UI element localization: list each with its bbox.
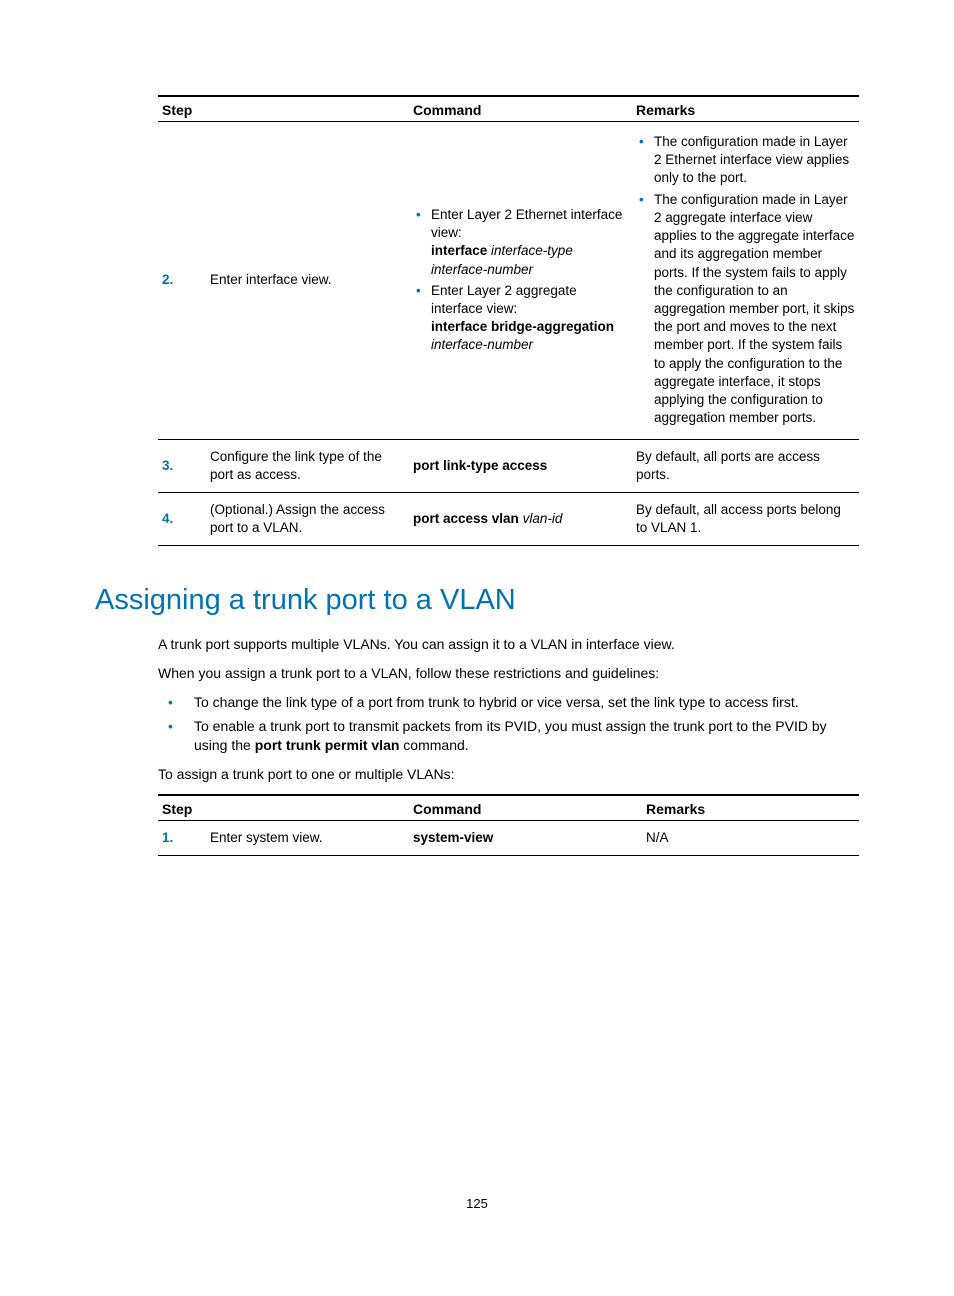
table-row: 4. (Optional.) Assign the access port to… [158,492,859,545]
table-header-row: Step Command Remarks [158,795,859,821]
step-remarks: N/A [642,820,859,855]
col-header-step: Step [158,795,409,821]
col-header-remarks: Remarks [642,795,859,821]
list-item: To enable a trunk port to transmit packe… [194,717,859,755]
step-remarks: By default, all ports are access ports. [632,439,859,492]
step-desc: (Optional.) Assign the access port to a … [206,492,409,545]
step-number: 2. [158,122,206,440]
page-number: 125 [95,1196,859,1211]
step-command: system-view [409,820,642,855]
document-page: Step Command Remarks 2. Enter interface … [0,0,954,1251]
steps-table-2: Step Command Remarks 1. Enter system vie… [158,794,859,856]
list-item: To change the link type of a port from t… [194,693,859,712]
col-header-remarks: Remarks [632,96,859,122]
table-row: 1. Enter system view. system-view N/A [158,820,859,855]
step-command: Enter Layer 2 Ethernet interface view: i… [409,122,632,440]
step-remarks: The configuration made in Layer 2 Ethern… [632,122,859,440]
step-number: 1. [158,820,206,855]
table-row: 2. Enter interface view. Enter Layer 2 E… [158,122,859,440]
step-remarks: By default, all access ports belong to V… [632,492,859,545]
step-command: port link-type access [409,439,632,492]
paragraph: A trunk port supports multiple VLANs. Yo… [158,635,859,654]
step-desc: Enter interface view. [206,122,409,440]
step-command: port access vlan vlan-id [409,492,632,545]
guideline-list: To change the link type of a port from t… [158,693,859,755]
step-number: 4. [158,492,206,545]
steps-table-1: Step Command Remarks 2. Enter interface … [158,95,859,546]
section-heading: Assigning a trunk port to a VLAN [95,584,859,617]
step-desc: Configure the link type of the port as a… [206,439,409,492]
step-number: 3. [158,439,206,492]
step-desc: Enter system view. [206,820,409,855]
col-header-command: Command [409,96,632,122]
cmd-bullet: Enter Layer 2 aggregate interface view: … [431,282,628,355]
col-header-step: Step [158,96,409,122]
paragraph: To assign a trunk port to one or multipl… [158,765,859,784]
remark-bullet: The configuration made in Layer 2 aggreg… [654,191,855,428]
col-header-command: Command [409,795,642,821]
table-row: 3. Configure the link type of the port a… [158,439,859,492]
cmd-bullet: Enter Layer 2 Ethernet interface view: i… [431,206,628,279]
paragraph: When you assign a trunk port to a VLAN, … [158,664,859,683]
table-header-row: Step Command Remarks [158,96,859,122]
remark-bullet: The configuration made in Layer 2 Ethern… [654,133,855,188]
